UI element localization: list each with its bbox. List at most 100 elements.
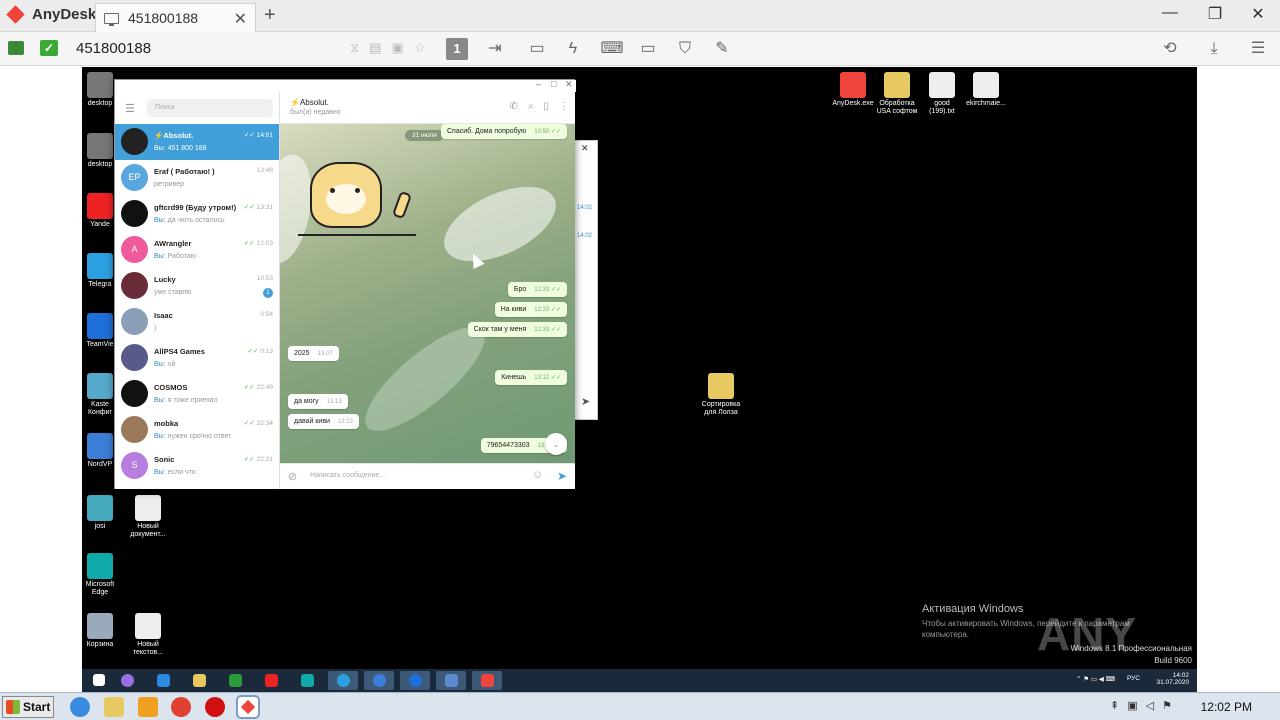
desktop-icon-sort-folder[interactable]: Сортировка для Лолза [696, 373, 746, 417]
send-icon[interactable]: ➤ [557, 469, 567, 483]
actions-icon[interactable]: ϟ [561, 38, 585, 60]
download-icon[interactable]: ⤓ [1202, 38, 1226, 60]
desktop-icon[interactable]: Обработка USA софтом [873, 72, 921, 116]
taskbar-app-anydesk[interactable] [472, 671, 502, 690]
tray-network-icon[interactable]: ▣ [1127, 699, 1137, 712]
search-icon[interactable]: ⌕ [528, 101, 534, 112]
close-window-button[interactable]: ✕ [1248, 4, 1268, 24]
start-button[interactable]: Start [2, 696, 54, 718]
desktop-icon[interactable]: AnyDesk.exe [829, 72, 877, 108]
chrome-icon[interactable] [171, 697, 191, 717]
remote-start-button[interactable] [84, 671, 114, 690]
desktop-icon[interactable]: Корзина [82, 613, 124, 649]
desktop-icon[interactable]: Microsoft Edge [82, 553, 124, 597]
ie-icon[interactable] [70, 697, 90, 717]
emoji-icon[interactable]: ☺ [532, 469, 543, 481]
chat-list-item[interactable]: EP Eraf ( Работаю! ) ретривер 13:48 [115, 160, 279, 196]
hamburger-menu-icon[interactable]: ☰ [125, 102, 135, 115]
local-tray-icons[interactable]: ⇞ ▣ ◁ ⚑ [1110, 699, 1172, 712]
tray-action-icon[interactable]: ⚑ [1162, 699, 1172, 712]
message-input[interactable]: Написать сообщение... [310, 472, 385, 479]
chat-list-item[interactable]: Lucky уже ставлю 10:53 1 [115, 268, 279, 304]
chat-list-item[interactable]: mobka Вы: нужен срочно ответ ✓✓ 22:34 [115, 412, 279, 448]
minimize-button[interactable]: — [1160, 4, 1180, 22]
desktop-icon[interactable]: good (199).txt [918, 72, 966, 116]
keyboard-icon[interactable]: ⌨ [600, 38, 624, 60]
storage-icon[interactable]: ▤ [369, 40, 381, 56]
display-settings-icon[interactable]: ▭ [636, 38, 660, 60]
chat-list-item[interactable]: COSMOS Вы: я тоже приехал ✓✓ 22:49 [115, 376, 279, 412]
outgoing-message[interactable]: Скок там у меня 12:33 ✓✓ [467, 322, 567, 337]
chat-list-item[interactable]: ⚡Absolut. Вы: 451 800 188 ✓✓ 14:01 [115, 124, 279, 160]
chat-list-item[interactable]: gftcrd99 (Буду утром!) Вы: да чють остало… [115, 196, 279, 232]
tray-volume-icon[interactable]: ◁ [1146, 699, 1154, 712]
sidebar-toggle-icon[interactable]: ▯ [543, 101, 549, 112]
message-area[interactable]: 31 июля Спасиб. Дома попробую 10:50 ✓✓ Бро… [280, 124, 575, 463]
conversation-title[interactable]: ⚡Absolut. [290, 98, 329, 107]
outgoing-message[interactable]: Бро 12:33 ✓✓ [507, 282, 567, 297]
more-options-icon[interactable]: ⋮ [559, 101, 569, 112]
desktop-icon[interactable]: ekirchmaie... [962, 72, 1010, 108]
incoming-message[interactable]: 2025 13:07 [288, 346, 339, 361]
incoming-message[interactable]: давай киви 13:13 [288, 414, 359, 429]
chat-icon[interactable]: ▭ [525, 38, 549, 60]
background-window[interactable]: ✕ 14:02 14:02 ➤ [572, 140, 598, 420]
taskbar-app-edge[interactable] [292, 671, 322, 690]
menu-icon[interactable]: ☰ [1246, 38, 1270, 60]
switch-sides-icon[interactable]: ⇥ [483, 38, 507, 60]
taskbar-app-explorer[interactable] [184, 671, 214, 690]
local-clock[interactable]: 12:02 PM [1201, 700, 1252, 714]
outgoing-message[interactable]: На киви 12:33 ✓✓ [494, 302, 567, 317]
taskbar-app-store[interactable] [220, 671, 250, 690]
remote-desktop[interactable]: desktop desktop Yande Telegra TeamVie Kaste К… [82, 67, 1197, 692]
input-icon[interactable]: ⧖ [350, 40, 359, 56]
desktop-icon[interactable]: josi [82, 495, 124, 531]
display-select-button[interactable]: 1 [446, 38, 468, 60]
search-input[interactable]: Поиск [147, 99, 273, 117]
read-check-icon: ✓✓ [243, 204, 255, 211]
whiteboard-icon[interactable]: ✎ [710, 38, 734, 60]
close-tab-icon[interactable]: ✕ [234, 9, 247, 29]
scroll-down-button[interactable]: ⌄ [545, 433, 567, 455]
desktop-icon[interactable]: Новый документ... [124, 495, 172, 539]
dog-sticker[interactable] [298, 162, 416, 242]
call-icon[interactable]: ✆ [509, 101, 517, 112]
explorer-icon[interactable] [104, 697, 124, 717]
close-icon[interactable]: ✕ [565, 79, 573, 90]
remote-address[interactable]: 451800188 [76, 40, 151, 57]
taskbar-app-nordvpn[interactable] [364, 671, 394, 690]
chat-list-item[interactable]: S Sonic Вы: если что ✓✓ 22:21 [115, 448, 279, 484]
chat-time: ✓✓ 14:01 [244, 131, 273, 139]
taskbar-app-remote[interactable] [436, 671, 466, 690]
screens-icon[interactable]: ▣ [391, 40, 403, 56]
taskbar-app-yandex[interactable] [256, 671, 286, 690]
taskbar-app-teamviewer[interactable] [400, 671, 430, 690]
media-player-icon[interactable] [138, 697, 158, 717]
chat-list-item[interactable]: AllPS4 Games Вы: ой ✓✓ 0:13 [115, 340, 279, 376]
permissions-icon[interactable]: ⛉ [673, 38, 697, 60]
incoming-message[interactable]: да могу 13:13 [288, 394, 348, 409]
send-icon[interactable]: ➤ [581, 395, 590, 408]
minimize-icon[interactable]: – [536, 79, 541, 89]
tray-arrow-icon[interactable]: ⇞ [1110, 699, 1119, 712]
chat-list-item[interactable]: Isaac ) 0:54 [115, 304, 279, 340]
remote-clock[interactable]: 14:02 31.07.2020 [1139, 672, 1189, 686]
outgoing-message[interactable]: Кинешь 13:12 ✓✓ [495, 370, 567, 385]
anydesk-taskbar-icon[interactable] [236, 695, 260, 719]
desktop-icon[interactable]: Новый текстов... [124, 613, 172, 657]
chat-list-item[interactable]: A AWrangler Вы: Работаю ✓✓ 12:03 [115, 232, 279, 268]
attach-icon[interactable]: ⊘ [288, 470, 297, 483]
session-tab[interactable]: 451800188 ✕ [95, 3, 256, 32]
opera-icon[interactable] [205, 697, 225, 717]
taskbar-app-ie[interactable] [148, 671, 178, 690]
maximize-icon[interactable]: □ [551, 79, 556, 89]
new-tab-button[interactable]: + [264, 4, 276, 27]
close-icon[interactable]: ✕ [581, 143, 589, 154]
taskbar-app-alice[interactable] [112, 671, 142, 690]
taskbar-app-telegram[interactable] [328, 671, 358, 690]
history-icon[interactable]: ⟲ [1158, 38, 1182, 60]
outgoing-message[interactable]: Спасиб. Дома попробую 10:50 ✓✓ [440, 124, 567, 139]
remote-tray-icons[interactable]: ⌃ ⚑ ▭ ◀ ⌨ [1076, 675, 1115, 683]
maximize-button[interactable]: ❐ [1205, 4, 1225, 24]
favorite-icon[interactable]: ☆ [414, 40, 426, 56]
